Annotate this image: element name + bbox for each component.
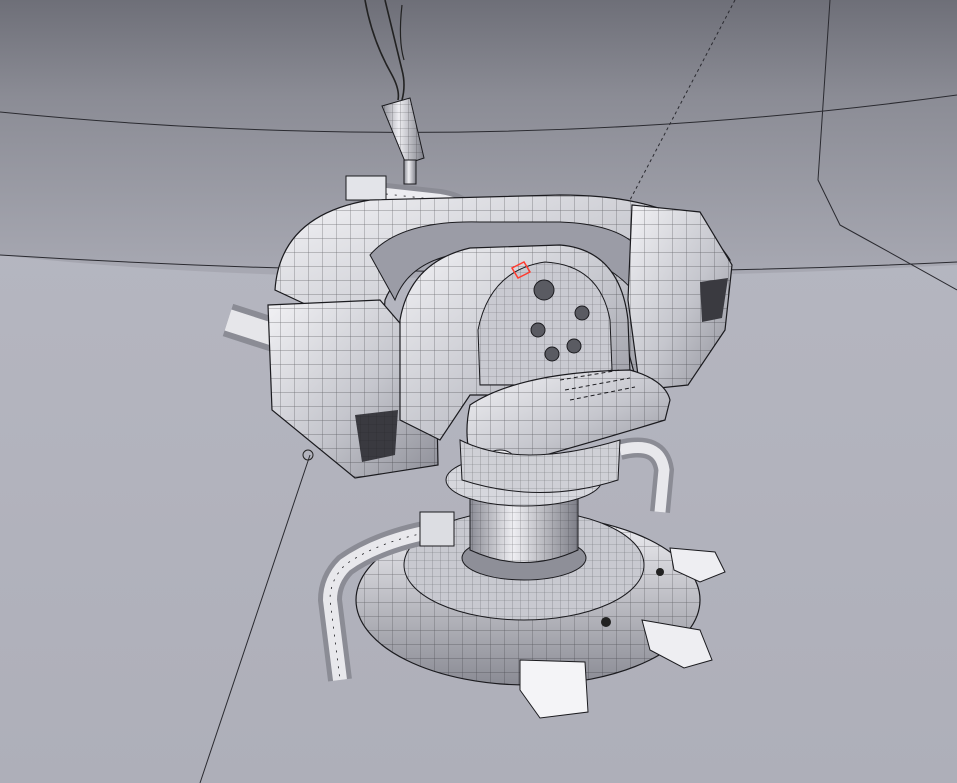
scene-canvas[interactable] [0, 0, 957, 783]
3d-viewport[interactable] [0, 0, 957, 783]
